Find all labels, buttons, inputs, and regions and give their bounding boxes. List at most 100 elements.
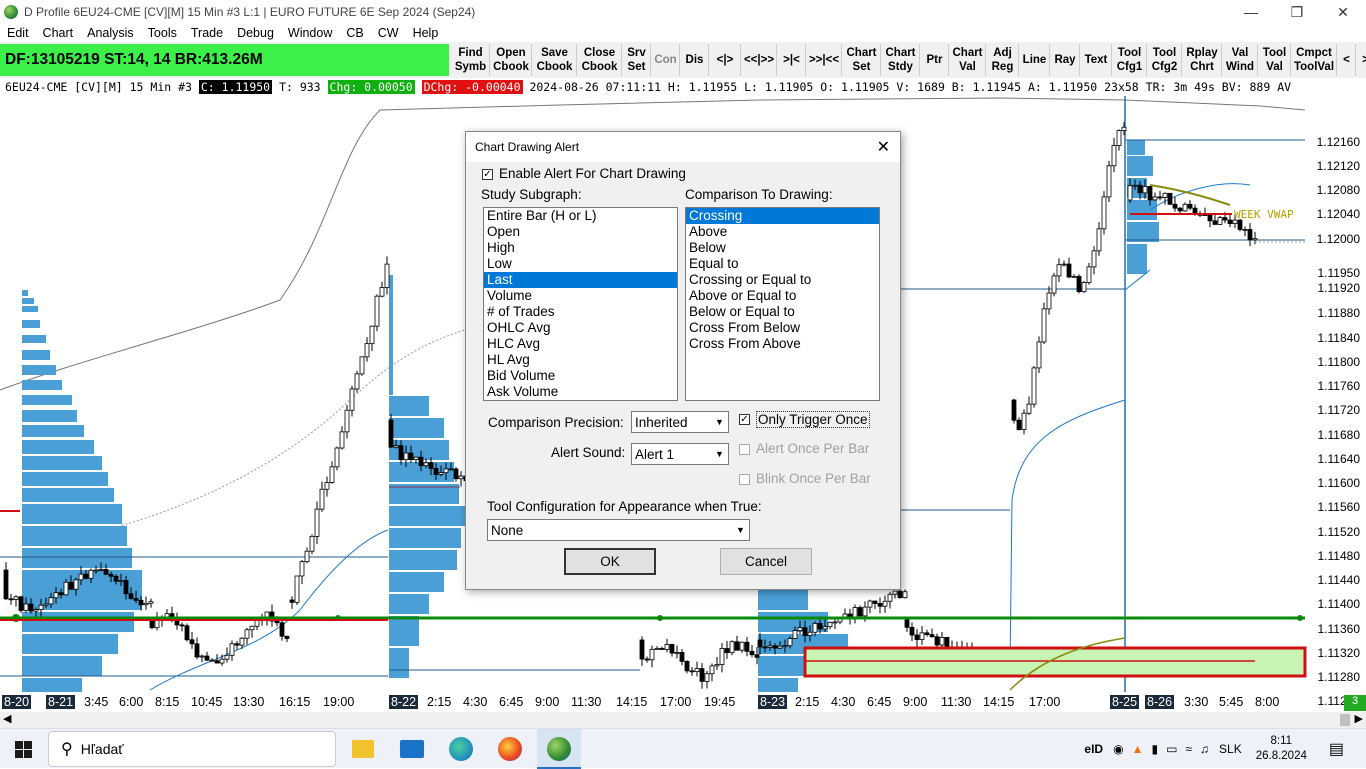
toolbar-button-ray[interactable]: Ray	[1051, 44, 1080, 76]
toolbar-button-toolcfg1[interactable]: Tool Cfg1	[1113, 44, 1147, 76]
only-trigger-once-label[interactable]: Only Trigger Once	[756, 411, 870, 428]
toolbar-button-ptr[interactable]: Ptr	[921, 44, 949, 76]
list-item[interactable]: Cross From Above	[686, 336, 879, 352]
toolbar-button-line[interactable]: Line	[1020, 44, 1050, 76]
toolbar-button--[interactable]: >|<	[778, 44, 806, 76]
close-window-icon[interactable]: ✕	[1320, 0, 1366, 24]
toolbar-button--[interactable]: <|>	[710, 44, 741, 76]
list-item[interactable]: # of Trades	[484, 304, 677, 320]
wifi-icon[interactable]: ≈	[1185, 742, 1192, 756]
sierra-chart-taskbar-icon[interactable]	[537, 729, 581, 769]
list-item[interactable]: Last	[484, 272, 677, 288]
toolbar-button-cmpcttoolval[interactable]: Cmpct ToolVal	[1292, 44, 1337, 76]
file-explorer-icon[interactable]	[352, 740, 374, 758]
people-icon[interactable]: ◉	[1113, 742, 1123, 756]
list-item[interactable]: Ask Volume	[484, 384, 677, 400]
toolbar-button-chartval[interactable]: Chart Val	[950, 44, 986, 76]
edge-icon[interactable]	[449, 737, 473, 761]
toolbar-button-text[interactable]: Text	[1081, 44, 1112, 76]
only-trigger-once-checkbox[interactable]: ✓	[739, 414, 750, 425]
list-item[interactable]: Cross From Below	[686, 320, 879, 336]
ok-button[interactable]: OK	[564, 548, 656, 575]
toolbar-button-toolval[interactable]: Tool Val	[1259, 44, 1291, 76]
enable-alert-checkbox[interactable]: ✓	[482, 169, 493, 180]
menu-item-tools[interactable]: Tools	[141, 26, 184, 40]
menu-item-analysis[interactable]: Analysis	[80, 26, 141, 40]
menu-item-window[interactable]: Window	[281, 26, 339, 40]
scroll-left-icon[interactable]: ◀	[3, 712, 11, 725]
menu-item-cw[interactable]: CW	[371, 26, 406, 40]
list-item[interactable]: High	[484, 240, 677, 256]
menu-item-chart[interactable]: Chart	[36, 26, 81, 40]
taskbar-search[interactable]: ⚲ Hľadať	[48, 731, 336, 767]
list-item[interactable]: OHLC Avg	[484, 320, 677, 336]
menu-item-trade[interactable]: Trade	[184, 26, 230, 40]
list-item[interactable]: HLC Avg	[484, 336, 677, 352]
study-subgraph-list[interactable]: Entire Bar (H or L) Open High Low Last Volume…	[483, 207, 678, 401]
notifications-icon[interactable]: ▤	[1329, 739, 1344, 759]
avast-icon[interactable]: ▲	[1132, 742, 1144, 756]
horizontal-scrollbar[interactable]: ◀ ▶	[0, 712, 1366, 728]
list-item[interactable]: Below	[686, 240, 879, 256]
list-item[interactable]: Crossing	[686, 208, 879, 224]
time-axis[interactable]: 8-20 8-21 3:45 6:00 8:15 10:45 13:30 16:15 19:00…	[0, 694, 1366, 712]
comparison-list[interactable]: Crossing Above Below Equal to Crossing or Eq…	[685, 207, 880, 401]
toolbar-button--[interactable]: <	[1338, 44, 1356, 76]
list-item[interactable]: Entire Bar (H or L)	[484, 208, 677, 224]
list-item[interactable]: HL Avg	[484, 352, 677, 368]
toolbar-button-opencbook[interactable]: Open Cbook	[491, 44, 532, 76]
toolbar-button-chartstdy[interactable]: Chart Stdy	[882, 44, 920, 76]
toolbar-button-rplaychrt[interactable]: Rplay Chrt	[1183, 44, 1222, 76]
scroll-right-icon[interactable]: ▶	[1355, 712, 1363, 725]
toolbar-button--[interactable]: >>|<<	[807, 44, 842, 76]
windows-start-icon[interactable]	[15, 741, 32, 758]
toolbar-button-closecbook[interactable]: Close Cbook	[578, 44, 622, 76]
cancel-button[interactable]: Cancel	[720, 548, 812, 575]
time-tick-label: 10:45	[191, 695, 223, 709]
eid-icon[interactable]: eID	[1084, 742, 1103, 756]
list-item[interactable]: Volume	[484, 288, 677, 304]
toolbar-button-valwind[interactable]: Val Wind	[1223, 44, 1258, 76]
dialog-close-icon[interactable]: ✕	[877, 137, 890, 157]
list-item[interactable]: Above or Equal to	[686, 288, 879, 304]
list-item[interactable]: Crossing or Equal to	[686, 272, 879, 288]
list-item[interactable]: Equal to	[686, 256, 879, 272]
toolbar-button--[interactable]: <<|>>	[742, 44, 777, 76]
toolbar: DF:13105219 ST:14, 14 BR:413.26M Find Sym…	[0, 42, 1366, 78]
list-item[interactable]: Below or Equal to	[686, 304, 879, 320]
list-item[interactable]: Open	[484, 224, 677, 240]
usb-icon[interactable]: ▮	[1151, 742, 1158, 756]
restore-icon[interactable]: ❐	[1274, 0, 1320, 24]
menu-item-help[interactable]: Help	[406, 26, 446, 40]
list-item[interactable]: Above	[686, 224, 879, 240]
toolbar-button--[interactable]: >	[1357, 44, 1366, 76]
minimize-icon[interactable]: —	[1228, 0, 1274, 24]
toolbar-button-adjreg[interactable]: Adj Reg	[987, 44, 1019, 76]
menu-item-cb[interactable]: CB	[339, 26, 370, 40]
toolbar-button-toolcfg2[interactable]: Tool Cfg2	[1148, 44, 1182, 76]
menu-item-debug[interactable]: Debug	[230, 26, 281, 40]
price-scale[interactable]: 1.12160 1.12120 1.12080 1.12040 1.12000 1.119…	[1304, 96, 1366, 708]
mail-icon[interactable]	[400, 740, 424, 758]
toolbar-button-chartset[interactable]: Chart Set	[843, 44, 881, 76]
firefox-icon[interactable]	[498, 737, 522, 761]
toolbar-button-dis[interactable]: Dis	[681, 44, 709, 76]
toolbar-button-con[interactable]: Con	[652, 44, 680, 76]
volume-icon[interactable]: ♫	[1200, 742, 1209, 756]
list-item[interactable]: Low	[484, 256, 677, 272]
menu-item-edit[interactable]: Edit	[0, 26, 36, 40]
list-item[interactable]: Bid Volume	[484, 368, 677, 384]
scroll-thumb[interactable]	[1340, 714, 1350, 726]
toolbar-button-srvset[interactable]: Srv Set	[623, 44, 651, 76]
toolbar-button-savecbook[interactable]: Save Cbook	[533, 44, 577, 76]
tool-config-select[interactable]: None ▼	[487, 519, 750, 541]
alert-sound-select[interactable]: Alert 1 ▼	[631, 443, 729, 465]
language-indicator[interactable]: SLK	[1219, 742, 1242, 756]
toolbar-button-findsymb[interactable]: Find Symb	[452, 44, 490, 76]
enable-alert-label[interactable]: Enable Alert For Chart Drawing	[499, 166, 686, 181]
precision-select[interactable]: Inherited ▼	[631, 411, 729, 433]
clock[interactable]: 8:11 26.8.2024	[1256, 734, 1307, 764]
battery-icon[interactable]: ▭	[1166, 742, 1177, 756]
blink-once-per-bar-checkbox[interactable]	[739, 474, 750, 485]
alert-once-per-bar-checkbox[interactable]	[739, 444, 750, 455]
